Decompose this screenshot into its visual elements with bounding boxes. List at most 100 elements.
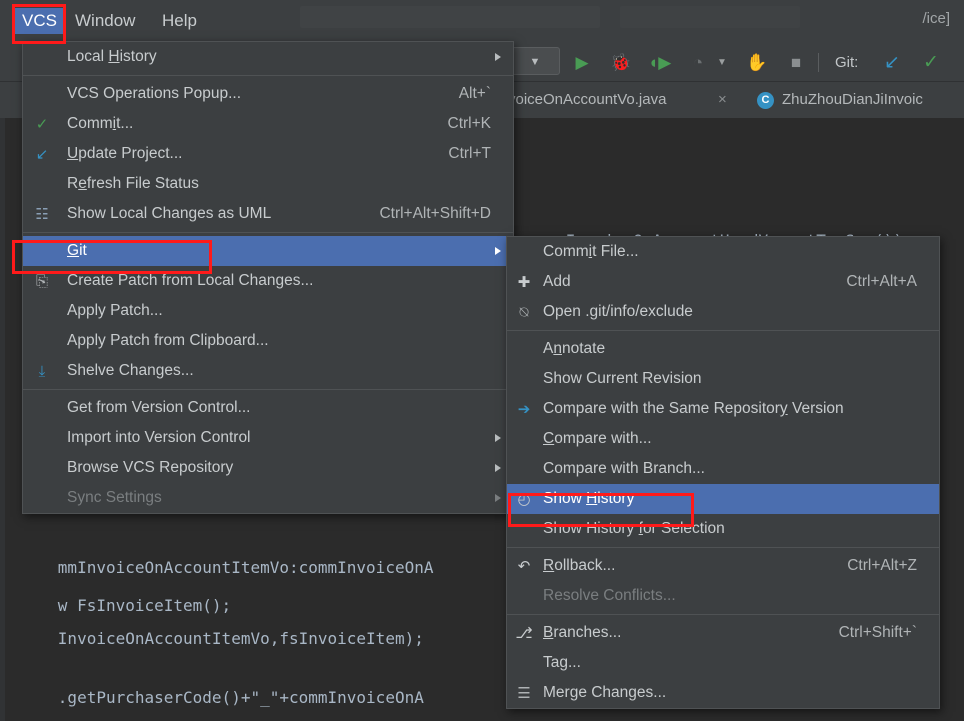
vcs-menu-item-sync-settings: Sync Settings	[23, 483, 513, 513]
debug-icon[interactable]: 🐞	[610, 53, 631, 73]
git-menu-item-show-history-for-selection-label: Show History for Selection	[543, 520, 725, 537]
menubar-item-window[interactable]: Window	[68, 8, 142, 34]
menubar-item-help[interactable]: Help	[155, 8, 204, 34]
git-menu-item-rollback[interactable]: ↶ Rollback... Ctrl+Alt+Z	[507, 551, 939, 581]
git-menu-item-annotate[interactable]: Annotate	[507, 334, 939, 364]
git-menu-item-open-git-info-exclude-label: Open .git/info/exclude	[543, 303, 693, 320]
vcs-menu-item-import-into-version-control[interactable]: Import into Version Control	[23, 423, 513, 453]
git-update-icon[interactable]: ↙	[882, 53, 902, 73]
git-menu-item-merge-changes-icon: ☰	[517, 685, 531, 702]
vcs-menu-item-import-into-version-control-chevron-right-icon	[495, 434, 501, 442]
git-menu-item-separator-9	[507, 547, 939, 548]
vcs-menu-item-show-local-changes-as-uml-label: Show Local Changes as UML	[67, 205, 272, 222]
attach-debugger-icon[interactable]: ✋	[746, 53, 767, 73]
vcs-menu-item-refresh-file-status[interactable]: Refresh File Status	[23, 169, 513, 199]
vcs-menu-item-apply-patch-from-clipboard[interactable]: Apply Patch from Clipboard...	[23, 326, 513, 356]
git-menu-item-merge-changes[interactable]: ☰ Merge Changes...	[507, 678, 939, 708]
run-with-coverage-icon[interactable]: ◖▶	[648, 53, 671, 73]
menubar-item-vcs-label: VCS	[22, 11, 57, 30]
tab-zhuzhoudianji-invoice[interactable]: ZhuZhouDianJiInvoic	[782, 82, 923, 118]
git-menu-item-resolve-conflicts-label: Resolve Conflicts...	[543, 587, 676, 604]
git-menu-item-branches[interactable]: ⎇ Branches... Ctrl+Shift+`	[507, 618, 939, 648]
vcs-menu-item-vcs-operations-popup-shortcut: Alt+`	[458, 85, 491, 102]
vcs-menu-item-apply-patch-label: Apply Patch...	[67, 302, 163, 319]
stop-icon[interactable]: ■	[786, 53, 806, 73]
vcs-menu-item-update-project-label: Update Project...	[67, 145, 183, 162]
code-text: mmInvoiceOnAccountItemVo:commInvoiceOnA	[57, 558, 434, 577]
java-class-icon: C	[757, 92, 774, 109]
vcs-menu-item-separator-10	[23, 389, 513, 390]
tab-close-icon[interactable]: ×	[718, 91, 727, 108]
vcs-menu-item-browse-vcs-repository[interactable]: Browse VCS Repository	[23, 453, 513, 483]
vcs-menu-item-separator-0	[23, 75, 513, 76]
git-menu-item-show-history-for-selection[interactable]: Show History for Selection	[507, 514, 939, 544]
vcs-menu-item-show-local-changes-as-uml[interactable]: ☷ Show Local Changes as UML Ctrl+Alt+Shift…	[23, 199, 513, 229]
menubar-item-vcs[interactable]: VCS	[15, 8, 64, 34]
code-line-6: emVo.getErpInvoiceNo()+"_"+commInvoice	[0, 701, 424, 721]
git-menu-item-resolve-conflicts: Resolve Conflicts...	[507, 581, 939, 611]
git-menu-item-add[interactable]: ✚ Add Ctrl+Alt+A	[507, 267, 939, 297]
profile-icon[interactable]: ◔	[688, 53, 708, 73]
git-menu-item-compare-with[interactable]: Compare with...	[507, 424, 939, 454]
vcs-menu-item-update-project[interactable]: ↙ Update Project... Ctrl+T	[23, 139, 513, 169]
vcs-menu-item-update-project-icon: ↙	[35, 146, 49, 163]
vcs-menu-item-shelve-changes[interactable]: ⤓ Shelve Changes...	[23, 356, 513, 386]
git-menu-item-merge-changes-label: Merge Changes...	[543, 684, 667, 701]
menubar-item-window-label: Window	[75, 11, 136, 30]
vcs-menu-item-commit-icon: ✓	[35, 116, 49, 133]
vcs-menu-item-show-local-changes-as-uml-shortcut: Ctrl+Alt+Shift+D	[379, 205, 491, 222]
git-menu-item-show-current-revision[interactable]: Show Current Revision	[507, 364, 939, 394]
vcs-menu-item-apply-patch[interactable]: Apply Patch...	[23, 296, 513, 326]
vcs-dropdown-menu[interactable]: Local History VCS Operations Popup... Alt+…	[22, 41, 514, 514]
vcs-menu-item-git-chevron-right-icon	[495, 247, 501, 255]
vcs-menu-item-vcs-operations-popup[interactable]: VCS Operations Popup... Alt+`	[23, 79, 513, 109]
vcs-menu-item-browse-vcs-repository-label: Browse VCS Repository	[67, 459, 234, 476]
run-configuration-chevron-icon[interactable]: ▼	[525, 53, 545, 73]
vcs-menu-item-separator-5	[23, 232, 513, 233]
git-menu-item-tag[interactable]: Tag...	[507, 648, 939, 678]
ide-window: /ice] 7 ▼ ▶ 🐞 ◖▶ ◔ ▼ ✋ ■ Git: ↙ ✓ voiceO…	[0, 0, 964, 721]
vcs-menu-item-local-history-chevron-right-icon	[495, 53, 501, 61]
vcs-menu-item-create-patch-from-local-changes[interactable]: ⎘ Create Patch from Local Changes...	[23, 266, 513, 296]
vcs-menu-item-local-history[interactable]: Local History	[23, 42, 513, 72]
git-commit-icon[interactable]: ✓	[921, 53, 941, 73]
git-toolbar-label: Git:	[835, 54, 859, 71]
vcs-menu-item-commit-label: Commit...	[67, 115, 134, 132]
git-menu-item-annotate-label: Annotate	[543, 340, 606, 357]
menubar-item-help-label: Help	[162, 11, 197, 30]
git-menu-item-commit-file[interactable]: Commit File...	[507, 237, 939, 267]
vcs-menu-item-git-label: Git	[67, 242, 87, 259]
run-icon[interactable]: ▶	[572, 53, 592, 73]
vcs-menu-item-git[interactable]: Git	[23, 236, 513, 266]
vcs-menu-item-get-from-version-control[interactable]: Get from Version Control...	[23, 393, 513, 423]
vcs-menu-item-sync-settings-label: Sync Settings	[67, 489, 162, 506]
vcs-menu-item-local-history-label: Local History	[67, 48, 157, 65]
git-menu-item-tag-label: Tag...	[543, 654, 581, 671]
git-menu-item-compare-with-the-same-repository-version-label: Compare with the Same Repository Version	[543, 400, 844, 417]
profile-chevron-icon[interactable]: ▼	[712, 53, 732, 73]
git-menu-item-add-shortcut: Ctrl+Alt+A	[846, 273, 917, 290]
git-menu-item-branches-icon: ⎇	[515, 625, 533, 642]
git-menu-item-show-history[interactable]: ◴ Show History	[507, 484, 939, 514]
git-menu-item-open-git-info-exclude-icon: ⍉	[519, 303, 529, 321]
code-line-4: InvoiceOnAccountItemVo,fsInvoiceItem);	[0, 609, 424, 669]
git-menu-item-show-current-revision-label: Show Current Revision	[543, 370, 702, 387]
vcs-menu-item-shelve-changes-icon: ⤓	[38, 362, 46, 380]
git-menu-item-open-git-info-exclude[interactable]: ⍉ Open .git/info/exclude	[507, 297, 939, 327]
git-menu-item-branches-label: Branches...	[543, 624, 622, 641]
git-menu-item-rollback-label: Rollback...	[543, 557, 616, 574]
vcs-menu-item-browse-vcs-repository-chevron-right-icon	[495, 464, 501, 472]
git-menu-item-compare-with-the-same-repository-version[interactable]: ➔ Compare with the Same Repository Versio…	[507, 394, 939, 424]
vcs-menu-item-update-project-shortcut: Ctrl+T	[448, 145, 491, 162]
git-menu-item-show-history-label: Show History	[543, 490, 635, 507]
git-menu-item-show-history-icon: ◴	[517, 491, 531, 508]
vcs-menu-item-import-into-version-control-label: Import into Version Control	[67, 429, 251, 446]
git-menu-item-add-icon: ✚	[517, 274, 531, 291]
vcs-menu-item-create-patch-from-local-changes-icon: ⎘	[35, 272, 48, 290]
git-submenu[interactable]: Commit File... ✚ Add Ctrl+Alt+A ⍉ Open .git/i…	[506, 236, 940, 709]
vcs-menu-item-vcs-operations-popup-label: VCS Operations Popup...	[67, 85, 242, 102]
vcs-menu-item-commit[interactable]: ✓ Commit... Ctrl+K	[23, 109, 513, 139]
vcs-menu-item-get-from-version-control-label: Get from Version Control...	[67, 399, 251, 416]
git-menu-item-compare-with-branch[interactable]: Compare with Branch...	[507, 454, 939, 484]
tab-invoice-on-account-vo[interactable]: voiceOnAccountVo.java	[508, 82, 666, 118]
